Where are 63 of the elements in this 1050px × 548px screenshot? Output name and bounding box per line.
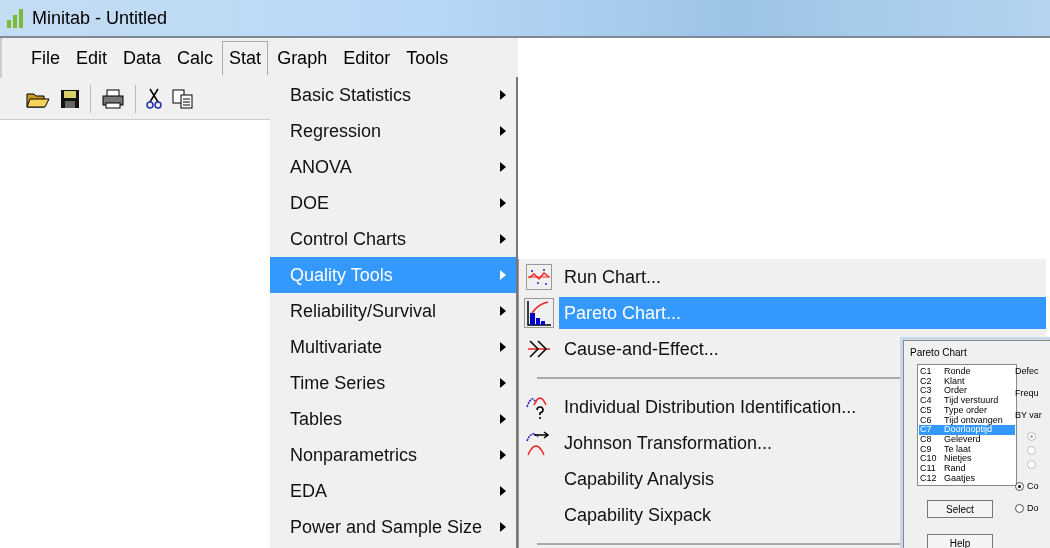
submenu-arrow-icon xyxy=(500,90,506,100)
menu-item[interactable]: Run Chart... xyxy=(559,261,1046,293)
menu-item[interactable]: Stat xyxy=(222,41,269,75)
menu-item[interactable]: Graph xyxy=(270,40,335,76)
list-item[interactable]: C5 Type order xyxy=(919,405,1015,416)
list-item[interactable]: C8 Geleverd xyxy=(919,434,1015,445)
menu-item[interactable]: Regression xyxy=(270,113,516,149)
menu-item[interactable]: Nonparametrics xyxy=(270,437,516,473)
menu-item[interactable]: Multivariate xyxy=(270,329,516,365)
menu-item[interactable]: Power and Sample Size xyxy=(270,509,516,545)
submenu-arrow-icon xyxy=(500,306,506,316)
transformation-icon xyxy=(526,429,552,457)
submenu-arrow-icon xyxy=(500,270,506,280)
submenu-arrow-icon xyxy=(500,342,506,352)
list-item[interactable]: C11 Rand xyxy=(919,464,1015,474)
bar-chart-icon xyxy=(6,8,24,28)
submenu-arrow-icon xyxy=(500,522,506,532)
radio-button[interactable] xyxy=(1015,481,1024,491)
menu-item[interactable]: Data xyxy=(116,40,169,76)
submenu-arrow-icon xyxy=(500,378,506,388)
menu-item[interactable]: Tools xyxy=(399,40,456,76)
fishbone-icon xyxy=(526,339,552,359)
pareto-chart-icon xyxy=(524,298,554,328)
select-button[interactable]: Select xyxy=(927,500,993,519)
submenu-arrow-icon xyxy=(500,126,506,136)
list-item[interactable]: C1 Ronde xyxy=(919,367,1015,377)
menu-item[interactable]: Basic Statistics xyxy=(270,77,516,113)
menu-item[interactable]: Editor xyxy=(336,40,398,76)
field-label: Defec xyxy=(1015,366,1040,376)
field-label: Frequ xyxy=(1015,388,1040,398)
menu-item[interactable]: EDA xyxy=(270,473,516,509)
menu-item[interactable]: Tables xyxy=(270,401,516,437)
printer-icon[interactable] xyxy=(101,88,125,109)
run-chart-icon xyxy=(526,264,552,290)
radio-label: Co xyxy=(1027,481,1039,491)
submenu-arrow-icon xyxy=(500,198,506,208)
submenu-arrow-icon xyxy=(500,162,506,172)
copy-icon[interactable] xyxy=(172,88,194,109)
submenu-arrow-icon xyxy=(500,486,506,496)
submenu-arrow-icon xyxy=(500,414,506,424)
window-title: Minitab - Untitled xyxy=(32,7,168,29)
radio-button[interactable] xyxy=(1015,503,1024,513)
dialog-title: Pareto Chart xyxy=(909,346,968,360)
list-item[interactable]: C2 Klant xyxy=(919,376,1015,387)
radio-label: Do xyxy=(1027,503,1039,513)
menu-item[interactable]: Calc xyxy=(170,40,221,76)
menu-item[interactable]: Edit xyxy=(69,40,115,76)
list-item[interactable]: C9 Te laat xyxy=(919,444,1015,455)
submenu-arrow-icon xyxy=(500,450,506,460)
menu-item[interactable]: Reliability/Survival xyxy=(270,293,516,329)
list-item[interactable]: C12 Gaatjes xyxy=(919,473,1015,484)
scissors-icon[interactable] xyxy=(146,87,162,110)
menu-item[interactable]: Time Series xyxy=(270,365,516,401)
list-item[interactable]: C4 Tijd verstuurd xyxy=(919,396,1015,406)
menu-item[interactable]: File xyxy=(24,40,67,76)
field-label: BY var xyxy=(1015,410,1042,420)
menu-item[interactable]: Control Charts xyxy=(270,221,516,257)
list-item[interactable]: C3 Order xyxy=(919,386,1015,397)
menu-item[interactable]: ANOVA xyxy=(270,149,516,185)
list-item[interactable]: C6 Tijd ontvangen xyxy=(919,415,1015,426)
list-item[interactable]: C10 Nietjes xyxy=(919,454,1015,465)
submenu-arrow-icon xyxy=(500,234,506,244)
menu-item[interactable]: DOE xyxy=(270,185,516,221)
